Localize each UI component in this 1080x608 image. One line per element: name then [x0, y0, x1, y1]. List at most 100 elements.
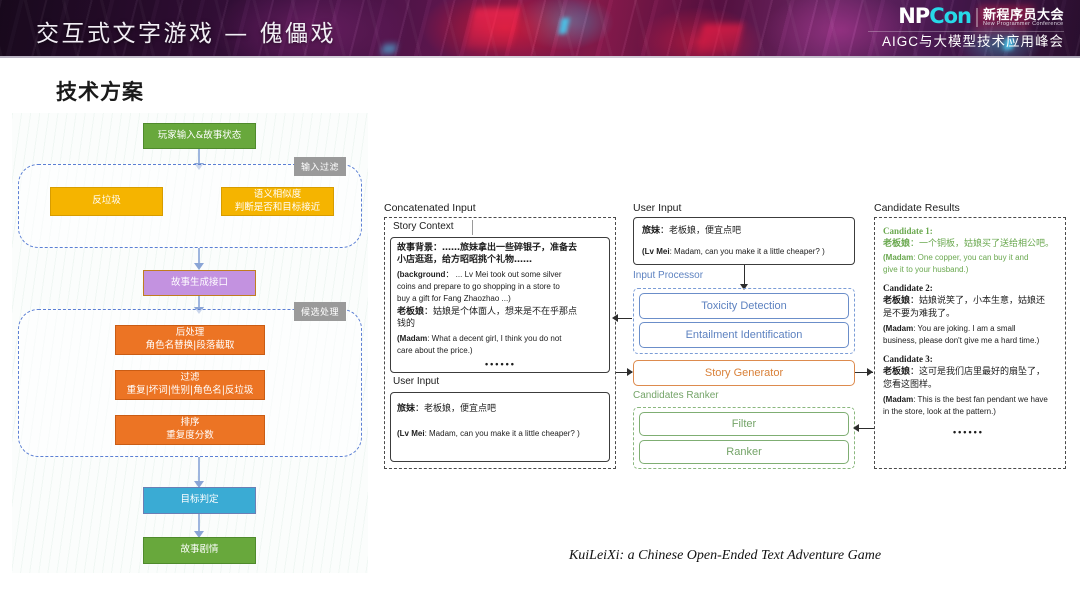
candidate-3-en-line2: in the store, look at the pattern.) — [883, 406, 996, 418]
candidate-3-cn-text: ：这可是我们店里最好的扇坠了， — [910, 367, 1045, 377]
flow-node-filter-line1: 过滤 — [180, 372, 199, 385]
left-user-input-label: User Input — [390, 376, 442, 387]
left-user-input-en-text: : Madam, can you make it a little cheape… — [425, 429, 580, 438]
module-filter[interactable]: Filter — [639, 412, 849, 436]
story-context-label: Story Context — [390, 221, 457, 232]
left-user-input-en-bold: (Lv Mei — [397, 429, 425, 438]
mid-user-input-cn-text: ：老板娘，便宜点吧 — [660, 226, 741, 236]
candidate-3-title: Candidate 3: — [883, 353, 933, 366]
story-context-cn-line3: ：姑娘是个体面人，想来是不在乎那点 — [424, 307, 577, 317]
story-context-cn-speaker: 老板娘 — [397, 307, 424, 317]
slide-banner-title: 交互式文字游戏 — 傀儡戏 — [36, 14, 336, 48]
flow-node-player-input: 玩家输入&故事状态 — [143, 123, 256, 149]
flow-node-rank-line2: 重复度分数 — [166, 430, 214, 443]
module-story-generator[interactable]: Story Generator — [633, 360, 855, 386]
kuileixi-system-figure: Concatenated Input Story Context 故事背景：……… — [380, 200, 1070, 475]
candidate-1-title: Candidate 1: — [883, 225, 933, 238]
banner-cyan-accent-3 — [381, 44, 397, 54]
flow-node-player-input-label: 玩家输入&故事状态 — [158, 130, 241, 143]
module-filter-label: Filter — [732, 418, 756, 430]
technical-solution-flowchart: 玩家输入&故事状态 输入过滤 反垃圾 语义相似度 判断是否和目标接近 故事生成接… — [12, 113, 368, 573]
figure-arrow-processor-to-context — [616, 318, 632, 319]
story-context-en-line2: coins and prepare to go shopping in a st… — [397, 281, 560, 293]
flow-node-goal-judgement: 目标判定 — [143, 487, 256, 514]
module-ranker[interactable]: Ranker — [639, 440, 849, 464]
logo-np-text: NP — [898, 4, 929, 28]
flow-node-semantic-similarity: 语义相似度 判断是否和目标接近 — [221, 187, 334, 216]
logo-wordmark: NPCon — [898, 6, 971, 27]
flow-node-post-process-line2: 角色名替换|段落截取 — [146, 340, 235, 353]
candidate-2-en-line1: : You are joking. I am a small — [913, 324, 1015, 333]
flow-group-tag-input-filter: 输入过滤 — [294, 157, 346, 176]
figure-arrowhead-left-1 — [612, 314, 618, 322]
banner-underline — [0, 56, 1080, 58]
column-title-candidate-results: Candidate Results — [874, 202, 960, 214]
candidate-1-en-line2: give it to your husband.) — [883, 264, 968, 276]
flow-node-semantic-similarity-line2: 判断是否和目标接近 — [235, 202, 321, 215]
story-context-en-line5: care about the price.) — [397, 345, 473, 357]
flow-group-tag-candidate-processing: 候选处理 — [294, 302, 346, 321]
candidate-2-en-bold: (Madam — [883, 324, 913, 333]
banner-cyan-accent-1 — [558, 18, 569, 34]
figure-arrow-candidates-to-ranker — [857, 428, 874, 429]
module-toxicity-detection-label: Toxicity Detection — [701, 300, 787, 312]
mid-user-input-en-bold: (Lv Mei — [642, 247, 670, 256]
flow-arrowhead-2 — [194, 263, 204, 270]
candidates-ranker-label: Candidates Ranker — [633, 390, 719, 401]
flow-node-story-plot: 故事剧情 — [143, 537, 256, 564]
story-context-en-line3: buy a gift for Fang Zhaozhao ...) — [397, 293, 511, 305]
flow-node-filter-line2: 重复|坏词|性别|角色名|反垃圾 — [127, 385, 254, 398]
header-banner: 交互式文字游戏 — 傀儡戏 NPCon 新程序员大会 New Programme… — [0, 0, 1080, 58]
candidate-1-cn-text: ：一个铜板，姑娘买了送给相公吧。 — [910, 239, 1054, 249]
candidate-results-ellipsis: •••••• — [953, 426, 984, 439]
flow-node-filter: 过滤 重复|坏词|性别|角色名|反垃圾 — [115, 370, 265, 400]
flow-node-goal-judgement-label: 目标判定 — [180, 494, 218, 507]
npcon-logo: NPCon 新程序员大会 New Programmer Conference A… — [868, 6, 1064, 53]
left-user-input-speaker: 旅妹 — [397, 404, 415, 414]
mid-user-input-speaker: 旅妹 — [642, 226, 660, 236]
candidate-1-en-line1: : One copper, you can buy it and — [913, 253, 1028, 262]
candidate-2-title: Candidate 2: — [883, 282, 933, 295]
candidate-2-en-line2: business, please don't give me a hard ti… — [883, 335, 1039, 347]
flow-node-anti-spam-label: 反垃圾 — [92, 195, 121, 208]
candidate-2-cn-text: ：姑娘说笑了，小本生意，姑娘还 — [910, 296, 1045, 306]
flow-node-story-plot-label: 故事剧情 — [180, 544, 218, 557]
flow-node-story-generation-api: 故事生成接口 — [143, 270, 256, 296]
module-story-generator-label: Story Generator — [705, 367, 783, 379]
logo-subtitle: AIGC与大模型技术应用峰会 — [868, 31, 1064, 49]
column-title-concatenated-input: Concatenated Input — [384, 202, 476, 214]
figure-arrowhead-right-2 — [867, 368, 873, 376]
flow-node-semantic-similarity-line1: 语义相似度 — [254, 189, 302, 202]
flow-node-rank: 排序 重复度分数 — [115, 415, 265, 445]
logo-chinese-block: 新程序员大会 New Programmer Conference — [976, 8, 1064, 28]
candidate-3-speaker: 老板娘 — [883, 367, 910, 377]
story-context-cn-line4: 钱的 — [397, 318, 415, 331]
candidate-2-speaker: 老板娘 — [883, 296, 910, 306]
module-ranker-label: Ranker — [726, 446, 761, 458]
candidate-3-en-line1: : This is the best fan pendant we have — [913, 395, 1048, 404]
story-context-divider — [472, 220, 473, 235]
figure-caption: KuiLeiXi: a Chinese Open-Ended Text Adve… — [380, 548, 1070, 564]
flow-node-post-process: 后处理 角色名替换|段落截取 — [115, 325, 265, 355]
logo-con-text: Con — [929, 4, 971, 28]
input-processor-label: Input Processor — [633, 270, 703, 281]
flow-node-story-generation-api-label: 故事生成接口 — [171, 277, 228, 290]
module-entailment-identification[interactable]: Entailment Identification — [639, 322, 849, 348]
story-context-en-line4: : What a decent girl, I think you do not — [427, 334, 561, 343]
module-toxicity-detection[interactable]: Toxicity Detection — [639, 293, 849, 319]
candidate-3-cn-text2: 您看这图样。 — [883, 379, 937, 392]
candidate-1-en-bold: (Madam — [883, 253, 913, 262]
left-user-input-cn-text: ：老板娘，便宜点吧 — [415, 404, 496, 414]
figure-arrowhead-right-1 — [627, 368, 633, 376]
story-context-ellipsis: •••••• — [485, 358, 516, 371]
banner-red-glow-1 — [466, 8, 521, 48]
candidate-3-en-bold: (Madam — [883, 395, 913, 404]
candidate-2-cn-text2: 是不要为难我了。 — [883, 308, 955, 321]
figure-arrowhead-left-2 — [853, 424, 859, 432]
story-context-en-bold2: (Madam — [397, 334, 427, 343]
banner-red-glow-2 — [697, 24, 743, 54]
module-entailment-identification-label: Entailment Identification — [686, 329, 803, 341]
logo-chinese-name: 新程序员大会 — [983, 8, 1064, 21]
logo-primary-row: NPCon 新程序员大会 New Programmer Conference — [868, 6, 1064, 27]
flow-node-rank-line1: 排序 — [180, 417, 199, 430]
